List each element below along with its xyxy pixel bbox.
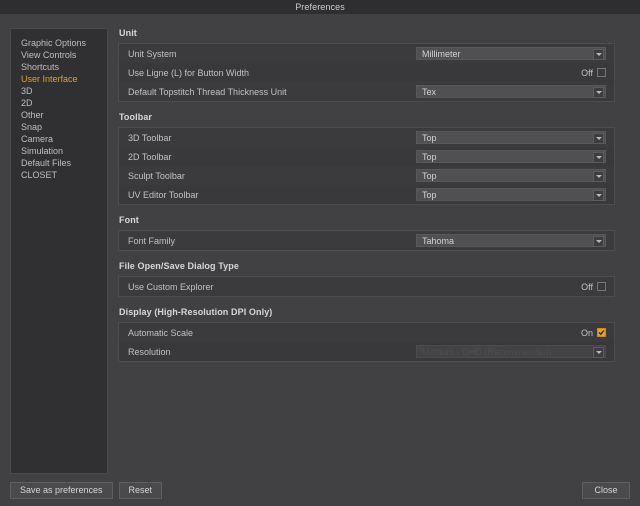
window-titlebar: Preferences	[0, 0, 640, 14]
group-box-toolbar: 3D Toolbar Top 2D Toolbar Top	[118, 127, 615, 205]
label-2d-toolbar: 2D Toolbar	[128, 152, 171, 162]
group-box-file-dialog: Use Custom Explorer Off	[118, 276, 615, 297]
dropdown-3d-toolbar[interactable]: Top	[416, 131, 606, 144]
sidebar-item-view-controls[interactable]: View Controls	[11, 49, 107, 61]
save-as-preferences-button[interactable]: Save as preferences	[10, 482, 113, 499]
chevron-down-icon[interactable]	[593, 87, 604, 98]
dropdown-resolution-value: Medium - QHD (Recommended)	[417, 347, 552, 357]
section-display: Display (High-Resolution DPI Only) Autom…	[118, 307, 615, 362]
window-title: Preferences	[295, 2, 345, 12]
group-box-unit: Unit System Millimeter Use Ligne (L) for…	[118, 43, 615, 102]
row-use-ligne: Use Ligne (L) for Button Width Off	[119, 63, 614, 82]
state-use-ligne: Off	[581, 68, 593, 78]
dropdown-uv-editor-toolbar[interactable]: Top	[416, 188, 606, 201]
row-automatic-scale: Automatic Scale On	[119, 323, 614, 342]
row-2d-toolbar: 2D Toolbar Top	[119, 147, 614, 166]
row-sculpt-toolbar: Sculpt Toolbar Top	[119, 166, 614, 185]
window-body: Graphic Options View Controls Shortcuts …	[0, 14, 640, 506]
dropdown-unit-system[interactable]: Millimeter	[416, 47, 606, 60]
section-font: Font Font Family Tahoma	[118, 215, 615, 251]
sidebar-item-shortcuts[interactable]: Shortcuts	[11, 61, 107, 73]
label-unit-system: Unit System	[128, 49, 177, 59]
sidebar-item-default-files[interactable]: Default Files	[11, 157, 107, 169]
state-automatic-scale: On	[581, 328, 593, 338]
group-box-display: Automatic Scale On Resolution Medium - Q…	[118, 322, 615, 362]
row-font-family: Font Family Tahoma	[119, 231, 614, 250]
chevron-down-icon[interactable]	[593, 236, 604, 247]
label-automatic-scale: Automatic Scale	[128, 328, 193, 338]
label-3d-toolbar: 3D Toolbar	[128, 133, 171, 143]
chevron-down-icon[interactable]	[593, 171, 604, 182]
sidebar-item-2d[interactable]: 2D	[11, 97, 107, 109]
toggle-use-custom-explorer[interactable]: Off	[581, 282, 606, 292]
chevron-down-icon[interactable]	[593, 152, 604, 163]
dropdown-topstitch-unit-value: Tex	[417, 87, 436, 97]
checkbox-use-custom-explorer[interactable]	[597, 282, 606, 291]
preferences-category-list[interactable]: Graphic Options View Controls Shortcuts …	[10, 28, 108, 474]
dropdown-resolution: Medium - QHD (Recommended)	[416, 345, 606, 358]
sidebar-item-user-interface[interactable]: User Interface	[11, 73, 107, 85]
sidebar-item-closet[interactable]: CLOSET	[11, 169, 107, 181]
label-font-family: Font Family	[128, 236, 175, 246]
chevron-down-icon[interactable]	[593, 133, 604, 144]
chevron-down-icon[interactable]	[593, 190, 604, 201]
dropdown-unit-system-value: Millimeter	[417, 49, 461, 59]
label-use-custom-explorer: Use Custom Explorer	[128, 282, 214, 292]
toggle-use-ligne[interactable]: Off	[581, 68, 606, 78]
section-title-display: Display (High-Resolution DPI Only)	[118, 307, 615, 322]
sidebar-item-other[interactable]: Other	[11, 109, 107, 121]
sidebar-item-snap[interactable]: Snap	[11, 121, 107, 133]
sidebar-item-camera[interactable]: Camera	[11, 133, 107, 145]
sidebar-item-simulation[interactable]: Simulation	[11, 145, 107, 157]
dropdown-font-family[interactable]: Tahoma	[416, 234, 606, 247]
chevron-down-icon[interactable]	[593, 49, 604, 60]
row-resolution: Resolution Medium - QHD (Recommended)	[119, 342, 614, 361]
dropdown-2d-toolbar-value: Top	[417, 152, 437, 162]
label-uv-editor-toolbar: UV Editor Toolbar	[128, 190, 198, 200]
section-toolbar: Toolbar 3D Toolbar Top 2D Toolbar Top	[118, 112, 615, 205]
row-3d-toolbar: 3D Toolbar Top	[119, 128, 614, 147]
checkbox-use-ligne[interactable]	[597, 68, 606, 77]
reset-button[interactable]: Reset	[119, 482, 163, 499]
row-unit-system: Unit System Millimeter	[119, 44, 614, 63]
toggle-automatic-scale[interactable]: On	[581, 328, 606, 338]
group-box-font: Font Family Tahoma	[118, 230, 615, 251]
row-use-custom-explorer: Use Custom Explorer Off	[119, 277, 614, 296]
section-title-font: Font	[118, 215, 615, 230]
section-unit: Unit Unit System Millimeter Use Ligne (L…	[118, 28, 615, 102]
section-title-unit: Unit	[118, 28, 615, 43]
checkbox-automatic-scale[interactable]	[597, 328, 606, 337]
label-use-ligne: Use Ligne (L) for Button Width	[128, 68, 249, 78]
dropdown-sculpt-toolbar[interactable]: Top	[416, 169, 606, 182]
label-resolution: Resolution	[128, 347, 171, 357]
label-sculpt-toolbar: Sculpt Toolbar	[128, 171, 185, 181]
section-file-dialog: File Open/Save Dialog Type Use Custom Ex…	[118, 261, 615, 297]
dropdown-font-family-value: Tahoma	[417, 236, 454, 246]
label-topstitch-unit: Default Topstitch Thread Thickness Unit	[128, 87, 287, 97]
dropdown-sculpt-toolbar-value: Top	[417, 171, 437, 181]
close-button[interactable]: Close	[582, 482, 630, 499]
sidebar-item-3d[interactable]: 3D	[11, 85, 107, 97]
sidebar-item-graphic-options[interactable]: Graphic Options	[11, 37, 107, 49]
dropdown-3d-toolbar-value: Top	[417, 133, 437, 143]
section-title-file-dialog: File Open/Save Dialog Type	[118, 261, 615, 276]
state-use-custom-explorer: Off	[581, 282, 593, 292]
section-title-toolbar: Toolbar	[118, 112, 615, 127]
dropdown-topstitch-unit[interactable]: Tex	[416, 85, 606, 98]
dialog-footer: Save as preferences Reset Close	[0, 474, 640, 506]
row-uv-editor-toolbar: UV Editor Toolbar Top	[119, 185, 614, 204]
dropdown-2d-toolbar[interactable]: Top	[416, 150, 606, 163]
dropdown-uv-editor-toolbar-value: Top	[417, 190, 437, 200]
chevron-down-icon	[593, 347, 604, 358]
preferences-content-pane: Unit Unit System Millimeter Use Ligne (L…	[118, 28, 615, 474]
row-topstitch-unit: Default Topstitch Thread Thickness Unit …	[119, 82, 614, 101]
